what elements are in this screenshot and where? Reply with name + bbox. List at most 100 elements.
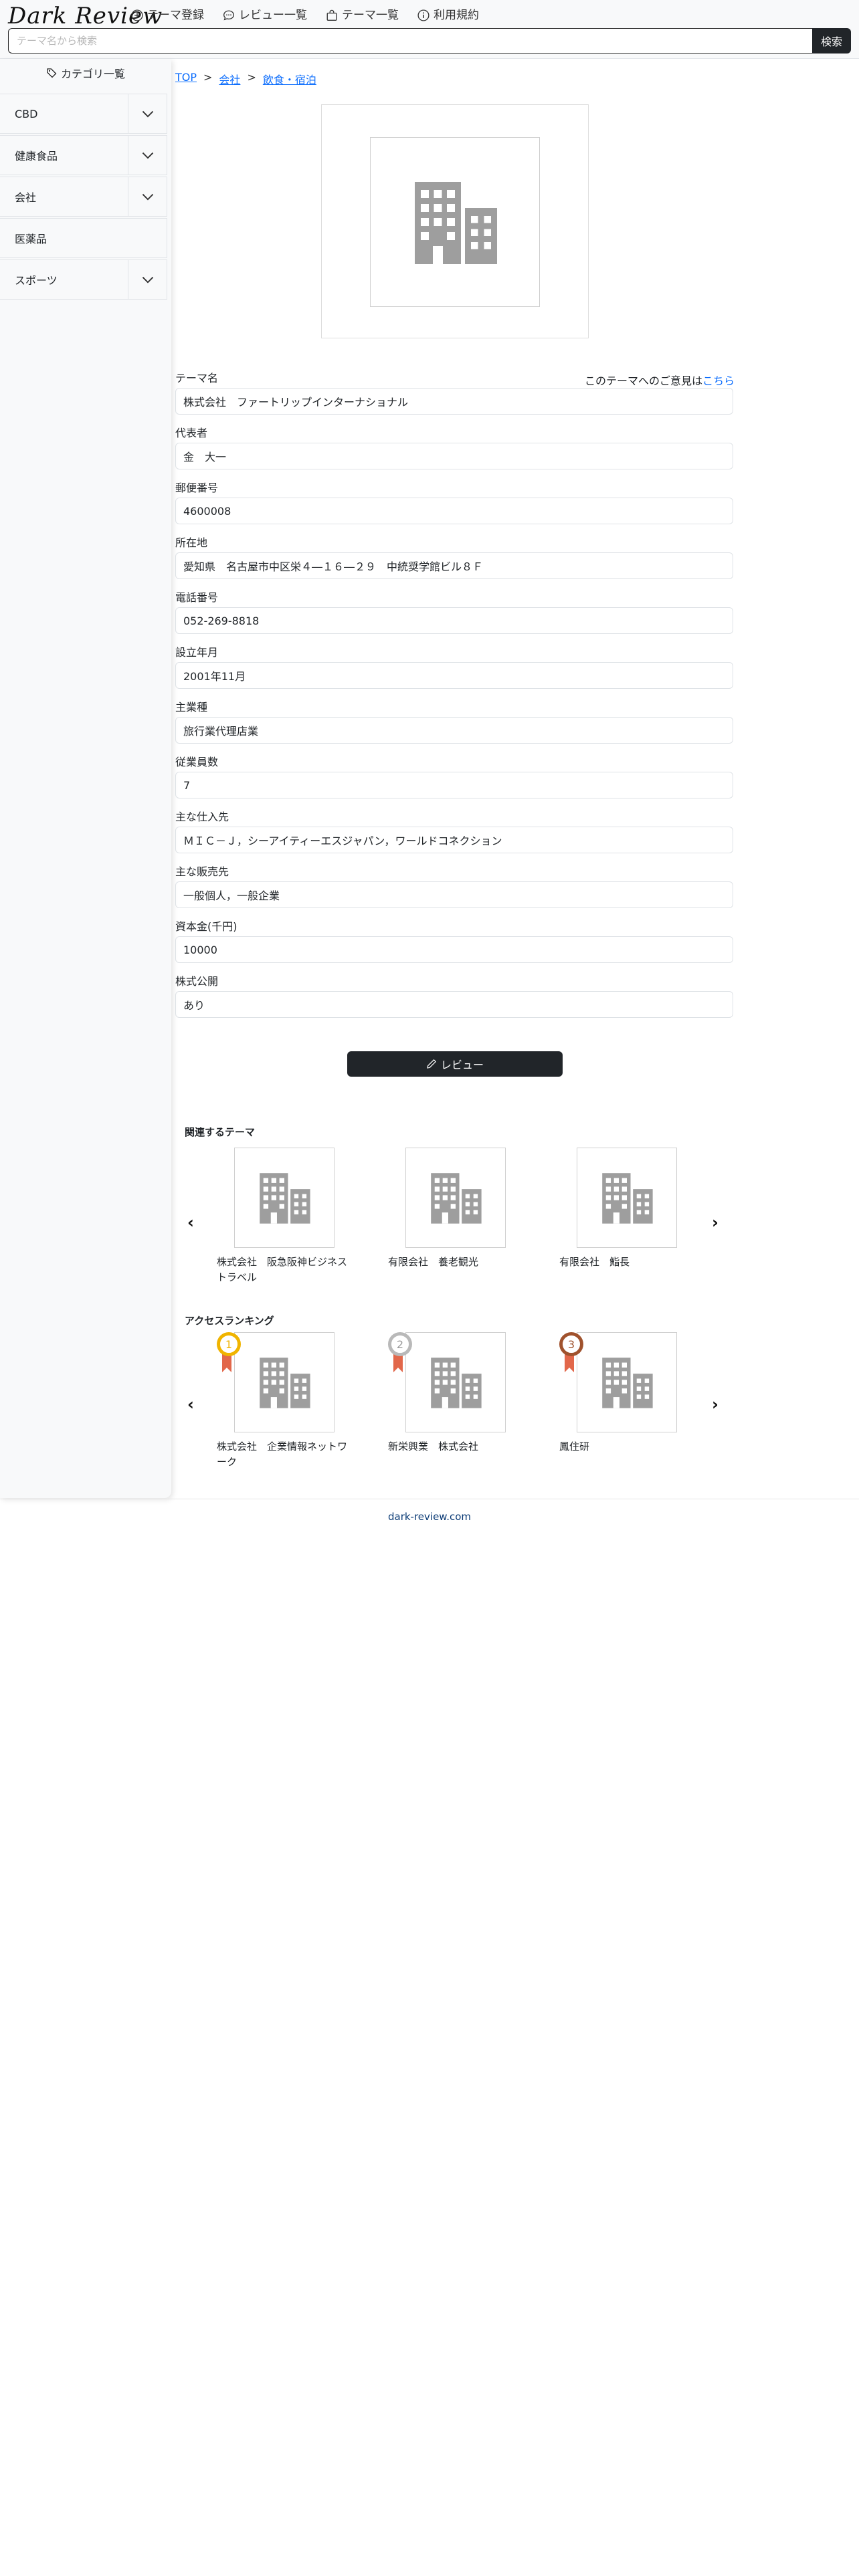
field-value: 2001年11月 — [175, 662, 733, 689]
field-public-listing: 株式公開 あり — [175, 975, 733, 1018]
card-label[interactable]: 鳳住研 — [559, 1439, 693, 1455]
card-label[interactable]: 新栄興業 株式会社 — [388, 1439, 522, 1455]
card-label[interactable]: 株式会社 阪急阪神ビジネストラベル — [217, 1255, 351, 1285]
sidebar-item-sports[interactable]: スポーツ — [0, 259, 167, 300]
chevron-down-icon — [142, 110, 153, 118]
breadcrumb-company[interactable]: 会社 — [219, 71, 240, 87]
search-button[interactable]: 検索 — [812, 28, 851, 53]
tags-icon — [47, 68, 57, 78]
building-icon — [415, 182, 497, 264]
card-thumbnail[interactable] — [405, 1332, 506, 1432]
ranking-next-arrow[interactable]: › — [712, 1395, 719, 1414]
breadcrumb-top[interactable]: TOP — [175, 71, 197, 87]
field-founded: 設立年月 2001年11月 — [175, 646, 733, 689]
sidebar-title: カテゴリ一覧 — [0, 59, 171, 87]
field-label: 代表者 — [175, 427, 208, 439]
card-label[interactable]: 株式会社 企業情報ネットワーク — [217, 1439, 351, 1470]
ranking-title: アクセスランキング — [185, 1315, 274, 1327]
search-input[interactable] — [8, 28, 812, 53]
ranking-prev-arrow[interactable]: ‹ — [187, 1395, 194, 1414]
building-icon — [602, 1358, 653, 1408]
sidebar-item-health-food[interactable]: 健康食品 — [0, 135, 167, 175]
chevron-down-icon — [142, 276, 153, 284]
card-thumbnail[interactable] — [234, 1332, 335, 1432]
theme-image-frame — [321, 104, 589, 338]
rank-number: 1 — [225, 1338, 232, 1351]
theme-image — [370, 137, 540, 307]
building-icon — [260, 1173, 310, 1224]
building-icon — [602, 1173, 653, 1224]
review-button-label: レビュー — [440, 1059, 484, 1071]
sidebar-item-label: CBD — [15, 107, 38, 120]
gold-medal-icon: 1 — [217, 1332, 241, 1372]
rank-number: 2 — [397, 1338, 403, 1351]
header: Dark Review テーマ登録 レビュー一覧 テーマ一覧 利用規約 検索 — [0, 0, 859, 59]
nav-theme-list[interactable]: テーマ一覧 — [326, 7, 399, 24]
expand-toggle[interactable] — [128, 136, 167, 175]
rank-number: 3 — [568, 1338, 575, 1351]
field-employees: 従業員数 7 — [175, 756, 733, 798]
chevron-down-icon — [142, 152, 153, 159]
silver-medal-icon: 2 — [388, 1332, 412, 1372]
field-label: 従業員数 — [175, 756, 219, 768]
card-label[interactable]: 有限会社 養老観光 — [388, 1255, 522, 1270]
nav-terms[interactable]: 利用規約 — [417, 7, 479, 24]
pencil-icon — [427, 1059, 437, 1069]
field-postal-code: 郵便番号 4600008 — [175, 481, 733, 524]
nav-label: 利用規約 — [434, 9, 479, 22]
sidebar-item-medicine[interactable]: 医薬品 — [0, 218, 167, 258]
field-capital: 資本金(千円) 10000 — [175, 920, 733, 963]
nav-label: テーマ一覧 — [342, 9, 399, 22]
building-icon — [260, 1358, 310, 1408]
chat-icon — [223, 10, 234, 21]
card-thumbnail[interactable] — [234, 1148, 335, 1248]
category-sidebar: カテゴリ一覧 CBD 健康食品 会社 医薬品 スポーツ — [0, 59, 171, 1498]
field-label: 郵便番号 — [175, 481, 219, 494]
search-bar: 検索 — [8, 28, 851, 53]
field-theme-name: テーマ名 株式会社 ファートリップインターナショナル — [175, 372, 733, 415]
sidebar-item-company[interactable]: 会社 — [0, 177, 167, 217]
nav-review-list[interactable]: レビュー一覧 — [223, 7, 307, 24]
footer-site-name[interactable]: dark-review.com — [388, 1511, 471, 1523]
sidebar-title-label: カテゴリ一覧 — [60, 68, 125, 80]
field-label: 主業種 — [175, 701, 208, 714]
card-thumbnail[interactable] — [577, 1148, 677, 1248]
nav-label: テーマ登録 — [147, 9, 204, 22]
field-value: ＭＩＣ－Ｊ，シーアイティーエスジャパン，ワールドコネクション — [175, 827, 733, 853]
card-thumbnail[interactable] — [577, 1332, 677, 1432]
building-icon — [431, 1358, 482, 1408]
field-label: 主な仕入先 — [175, 811, 229, 823]
field-value: 10000 — [175, 936, 733, 963]
sidebar-item-cbd[interactable]: CBD — [0, 94, 167, 134]
sidebar-item-label: 医薬品 — [15, 233, 47, 245]
field-label: 設立年月 — [175, 646, 219, 659]
related-next-arrow[interactable]: › — [712, 1213, 719, 1232]
field-label: 資本金(千円) — [175, 920, 237, 933]
chevron-down-icon — [142, 193, 153, 201]
field-label: 株式公開 — [175, 975, 219, 988]
field-label: 電話番号 — [175, 591, 219, 604]
field-value: 株式会社 ファートリップインターナショナル — [175, 388, 733, 415]
field-label: 主な販売先 — [175, 865, 229, 878]
nav-label: レビュー一覧 — [239, 9, 307, 22]
field-value: 4600008 — [175, 498, 733, 524]
related-prev-arrow[interactable]: ‹ — [187, 1213, 194, 1232]
expand-toggle[interactable] — [128, 177, 167, 216]
breadcrumb: TOP > 会社 > 飲食・宿泊 — [175, 71, 316, 87]
card-label[interactable]: 有限会社 鮨長 — [559, 1255, 693, 1270]
sidebar-item-label: 健康食品 — [15, 150, 58, 163]
field-value: 金 大一 — [175, 443, 733, 469]
field-label: 所在地 — [175, 536, 208, 549]
expand-toggle[interactable] — [128, 94, 167, 133]
field-suppliers: 主な仕入先 ＭＩＣ－Ｊ，シーアイティーエスジャパン，ワールドコネクション — [175, 811, 733, 853]
nav-theme-register[interactable]: テーマ登録 — [131, 7, 204, 24]
breadcrumb-food-lodging[interactable]: 飲食・宿泊 — [263, 71, 316, 87]
field-representative: 代表者 金 大一 — [175, 427, 733, 469]
review-button[interactable]: レビュー — [347, 1051, 563, 1077]
card-thumbnail[interactable] — [405, 1148, 506, 1248]
related-title: 関連するテーマ — [185, 1126, 256, 1138]
bronze-medal-icon: 3 — [559, 1332, 583, 1372]
footer: dark-review.com — [0, 1499, 859, 1533]
field-label: テーマ名 — [175, 372, 219, 385]
expand-toggle[interactable] — [128, 260, 167, 299]
